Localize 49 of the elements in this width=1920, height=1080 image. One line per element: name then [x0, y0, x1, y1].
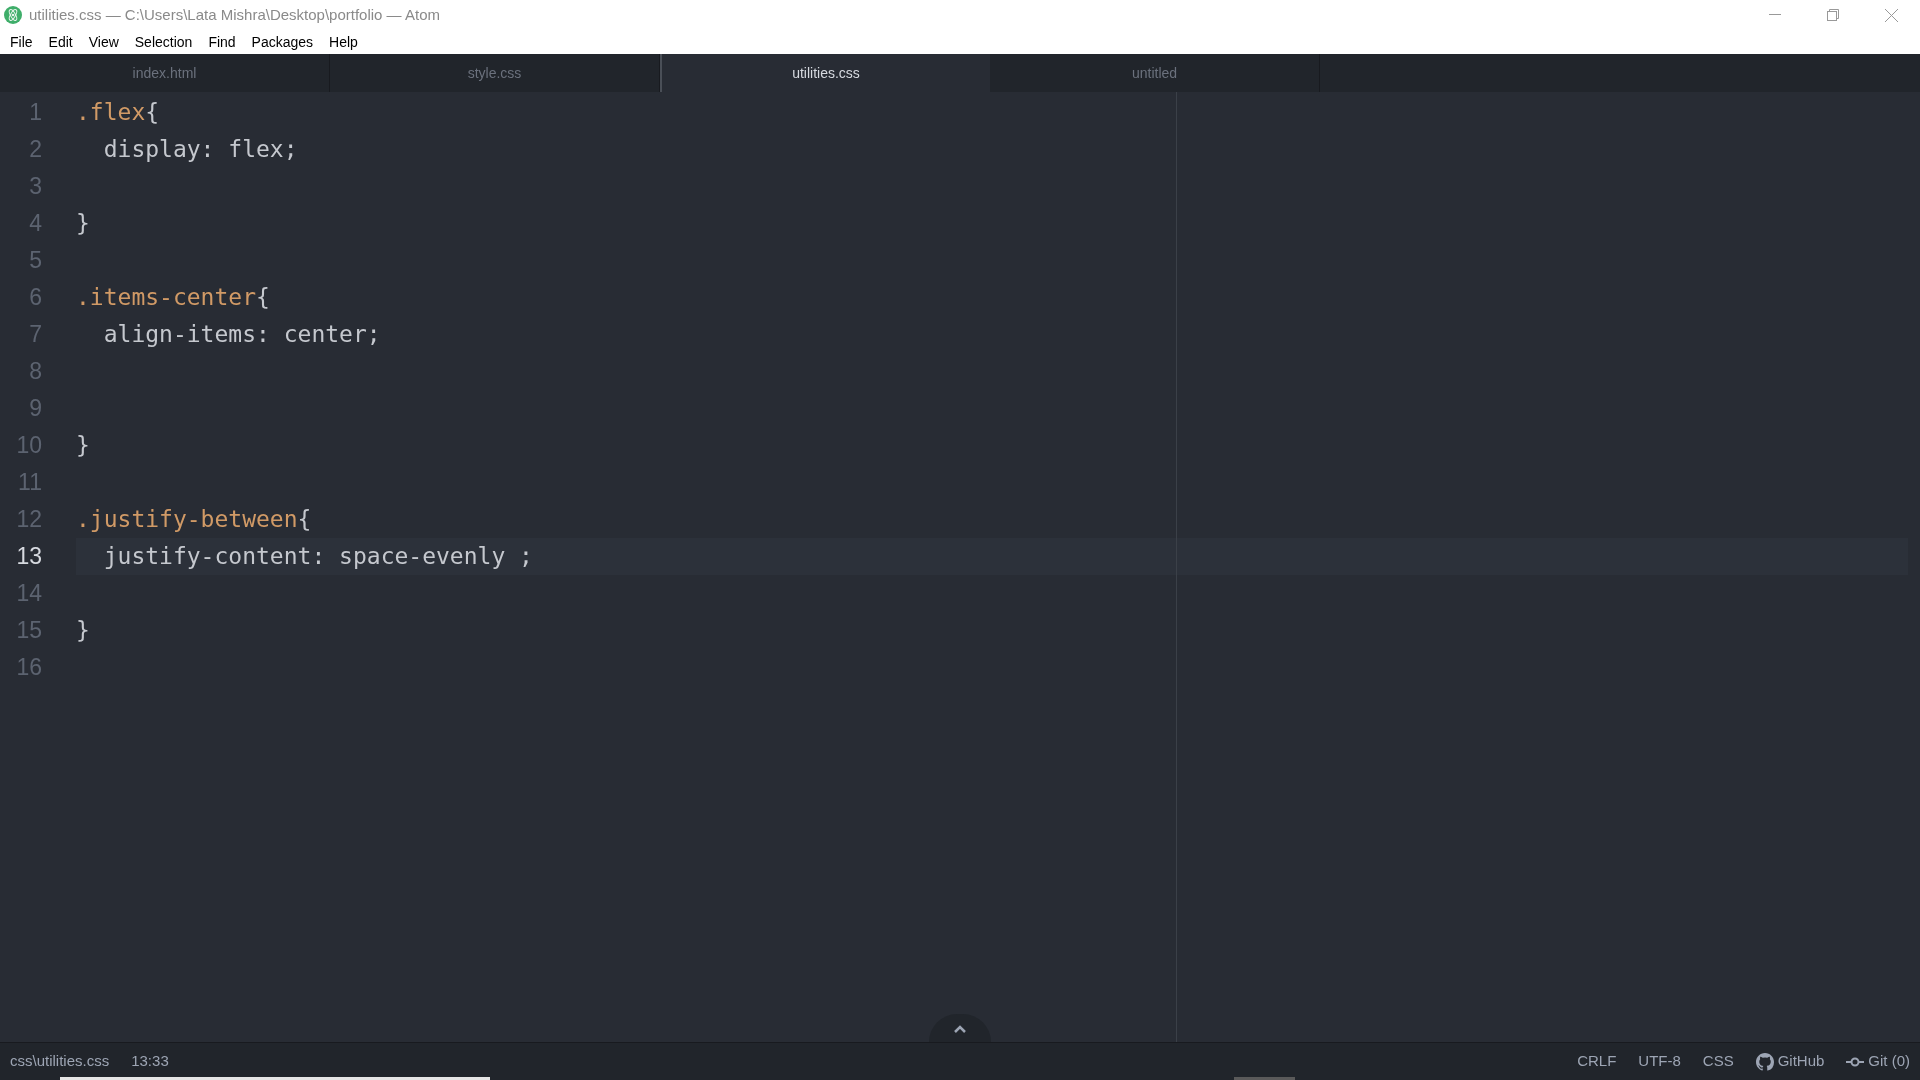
code-line: }: [76, 209, 90, 239]
cursor-position[interactable]: 13:33: [131, 1050, 169, 1073]
minimize-icon: [1769, 14, 1781, 16]
line-number: 2: [28, 135, 42, 165]
code-line: .flex{: [76, 98, 160, 128]
line-number: 7: [28, 320, 42, 350]
encoding[interactable]: UTF-8: [1638, 1050, 1681, 1073]
menu-item[interactable]: Selection: [126, 31, 201, 53]
menu-item[interactable]: Packages: [243, 31, 322, 53]
line-number: 15: [15, 616, 42, 646]
menu-item[interactable]: Help: [321, 31, 366, 53]
line-number: 1: [28, 98, 42, 128]
menu-item[interactable]: File: [2, 31, 41, 53]
menu-item[interactable]: Edit: [40, 31, 81, 53]
chevron-up-icon: [954, 1025, 966, 1033]
line-number: 9: [28, 394, 42, 424]
code-line: }: [76, 431, 90, 461]
octocat-icon: [1755, 1052, 1774, 1071]
file-path[interactable]: css\utilities.css: [10, 1050, 110, 1073]
commit-icon: [1846, 1056, 1865, 1067]
github-button[interactable]: GitHub: [1755, 1050, 1825, 1073]
menu-item[interactable]: View: [80, 31, 127, 53]
code-line: align-items: center;: [102, 320, 381, 350]
line-number: 13: [15, 542, 42, 572]
menu-item[interactable]: Find: [200, 31, 244, 53]
line-number: 10: [15, 431, 42, 461]
panel-toggle-button[interactable]: [929, 1014, 991, 1042]
line-number: 12: [15, 505, 42, 535]
window-title: utilities.css — C:\Users\Lata Mishra\Desktop\portfolio — Atom: [29, 4, 440, 25]
git-button[interactable]: Git (0): [1846, 1050, 1910, 1073]
line-number: 5: [28, 246, 42, 276]
line-number: 3: [28, 172, 42, 202]
close-icon: [1884, 8, 1898, 22]
code-line: .items-center{: [76, 283, 270, 313]
grammar[interactable]: CSS: [1702, 1050, 1734, 1073]
restore-icon: [1827, 9, 1839, 21]
editor-tab[interactable]: utilities.css: [660, 54, 990, 92]
code-line: .justify-between{: [76, 505, 312, 535]
line-number: 8: [28, 357, 42, 387]
code-line: display: flex;: [102, 135, 298, 165]
line-number: 16: [15, 653, 42, 683]
line-number: 14: [15, 579, 42, 609]
code-line: justify-content: space-evenly ;: [102, 542, 533, 572]
line-number: 6: [28, 283, 42, 313]
line-number: 11: [17, 468, 42, 498]
line-ending[interactable]: CRLF: [1577, 1050, 1617, 1073]
code-line: }: [76, 616, 90, 646]
line-number: 4: [28, 209, 42, 239]
atom-logo-icon: [4, 6, 22, 24]
